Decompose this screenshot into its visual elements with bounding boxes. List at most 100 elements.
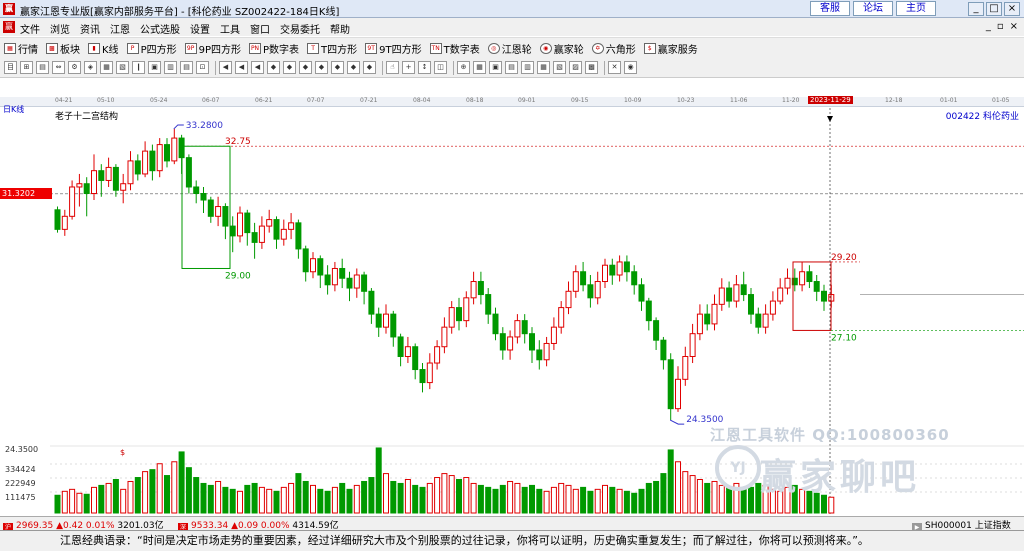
candle-body [448, 307, 455, 328]
box2-top-label: 29.20 [831, 253, 857, 263]
document-icon[interactable]: 赢 [3, 21, 15, 33]
volume-bar [572, 488, 579, 514]
drawing-tool-icon[interactable]: ▧ [116, 61, 129, 74]
menu-file[interactable]: 文件 [20, 21, 40, 36]
drawing-tool-icon[interactable]: ▦ [473, 61, 486, 74]
candle-body [682, 356, 689, 380]
toolbar-p-number-table[interactable]: PN P数字表 [249, 41, 299, 56]
forum-link[interactable]: 论坛 [853, 1, 893, 16]
volume-bar [280, 486, 287, 514]
menu-trade[interactable]: 交易委托 [280, 21, 320, 36]
drawing-tool-icon[interactable]: 目 [4, 61, 17, 74]
gann-wheel-icon: ◎ [487, 42, 500, 54]
drawing-tool-icon[interactable]: ▦ [100, 61, 113, 74]
mdi-restore-button[interactable]: ▫ [997, 21, 1004, 32]
toolbar-sectors[interactable]: ▩ 板块 [46, 41, 80, 56]
drawing-tool-icon[interactable]: ◆ [283, 61, 296, 74]
support-link[interactable]: 客服 [810, 1, 850, 16]
homepage-link[interactable]: 主页 [896, 1, 936, 16]
drawing-tool-icon[interactable]: ◈ [84, 61, 97, 74]
drawing-tool-icon[interactable]: ▩ [585, 61, 598, 74]
main-toolbar: ▦ 行情 ▩ 板块 ▮ K线 P P四方形 9P 9P四方形 PN P数字表 T T四方形 9… [0, 37, 1024, 58]
drawing-tool-icon[interactable]: ▦ [537, 61, 550, 74]
drawing-tool-icon[interactable]: ⊡ [196, 61, 209, 74]
drawing-tool-icon[interactable]: ▣ [489, 61, 502, 74]
drawing-tool-icon[interactable]: ☝ [386, 61, 399, 74]
candle-body [251, 232, 258, 243]
menu-window[interactable]: 窗口 [250, 21, 270, 36]
drawing-tool-icon[interactable]: ❙ [132, 61, 145, 74]
p-table-icon: PN [249, 42, 261, 54]
candle-body [244, 212, 251, 234]
mdi-minimize-button[interactable]: _ [986, 21, 991, 32]
drawing-tool-icon[interactable]: ↕ [418, 61, 431, 74]
drawing-tool-icon[interactable]: ⚙ [68, 61, 81, 74]
toolbar-quotes[interactable]: ▦ 行情 [4, 41, 38, 56]
candle-body [623, 261, 630, 273]
volume-bar [105, 482, 112, 514]
toolbar-winner-wheel[interactable]: ◉ 赢家轮 [539, 41, 584, 56]
drawing-tool-icon[interactable]: ◆ [363, 61, 376, 74]
toolbar-t-square[interactable]: T T四方形 [307, 41, 357, 56]
drawing-tool-icon[interactable]: ◀ [219, 61, 232, 74]
toolbar-kline[interactable]: ▮ K线 [88, 41, 119, 56]
drawing-tool-icon[interactable]: ▤ [505, 61, 518, 74]
toolbar-p-square[interactable]: P P四方形 [126, 41, 177, 56]
drawing-tool-icon[interactable]: ◆ [315, 61, 328, 74]
volume-bar [375, 447, 382, 514]
volume-bar [558, 482, 565, 514]
drawing-tool-icon[interactable]: ◀ [251, 61, 264, 74]
toolbar-t-number-table[interactable]: TN T数字表 [429, 41, 480, 56]
candle-body [529, 333, 535, 351]
candle-body [748, 294, 754, 315]
minimize-button[interactable]: _ [968, 2, 984, 16]
toolbar-hexagon[interactable]: ✡ 六角形 [591, 41, 636, 56]
mdi-close-button[interactable]: × [1010, 21, 1018, 32]
drawing-tool-icon[interactable]: ◀ [235, 61, 248, 74]
drawing-tool-icon[interactable]: ▤ [36, 61, 49, 74]
menu-tools[interactable]: 工具 [220, 21, 240, 36]
drawing-tool-icon[interactable]: ⊞ [20, 61, 33, 74]
drawing-tool-icon[interactable]: ◆ [347, 61, 360, 74]
drawing-tool-icon[interactable]: ▤ [180, 61, 193, 74]
toolbar-winner-service[interactable]: $ 赢家服务 [643, 41, 698, 56]
drawing-tool-icon[interactable]: ◆ [299, 61, 312, 74]
volume-bar [397, 482, 404, 514]
volume-bar [412, 484, 419, 514]
volume-bar [550, 486, 557, 514]
drawing-tool-icon[interactable]: ◆ [267, 61, 280, 74]
volume-bar [156, 463, 163, 514]
close-button[interactable]: × [1004, 2, 1020, 16]
menu-help[interactable]: 帮助 [330, 21, 350, 36]
drawing-tool-icon[interactable]: ◉ [624, 61, 637, 74]
toolbar-9t-square[interactable]: 9T 9T四方形 [365, 41, 422, 56]
drawing-tool-icon[interactable]: + [402, 61, 415, 74]
toolbar-gann-wheel[interactable]: ◎ 江恩轮 [487, 41, 532, 56]
drawing-tool-icon[interactable]: ⊕ [457, 61, 470, 74]
drawing-tool-icon[interactable]: ▨ [569, 61, 582, 74]
drawing-tool-icon[interactable]: ⇔ [52, 61, 65, 74]
drawing-tool-icon[interactable]: ◫ [434, 61, 447, 74]
menu-news[interactable]: 资讯 [80, 21, 100, 36]
menu-settings[interactable]: 设置 [190, 21, 210, 36]
drawing-tool-icon[interactable]: ✕ [608, 61, 621, 74]
maximize-button[interactable]: □ [986, 2, 1002, 16]
drawing-tool-icon[interactable]: ▣ [148, 61, 161, 74]
volume-bar [185, 467, 192, 514]
menu-gann[interactable]: 江恩 [110, 21, 130, 36]
toolbar-9p-square[interactable]: 9P 9P四方形 [184, 41, 241, 56]
volume-bar [565, 484, 572, 514]
volume-bar [317, 488, 324, 514]
date-label: 09-15 [571, 97, 589, 104]
drawing-tool-icon[interactable]: ▧ [553, 61, 566, 74]
menu-browse[interactable]: 浏览 [50, 21, 70, 36]
menu-formula-select[interactable]: 公式选股 [140, 21, 180, 36]
drawing-tool-icon[interactable]: ◆ [331, 61, 344, 74]
volume-bar [54, 494, 61, 514]
volume-bar [529, 484, 535, 514]
drawing-tool-icon[interactable]: ▥ [164, 61, 177, 74]
drawing-tool-icon[interactable]: ▥ [521, 61, 534, 74]
candle-body [536, 349, 543, 361]
volume-bar [653, 480, 660, 514]
candle-body [120, 183, 127, 191]
